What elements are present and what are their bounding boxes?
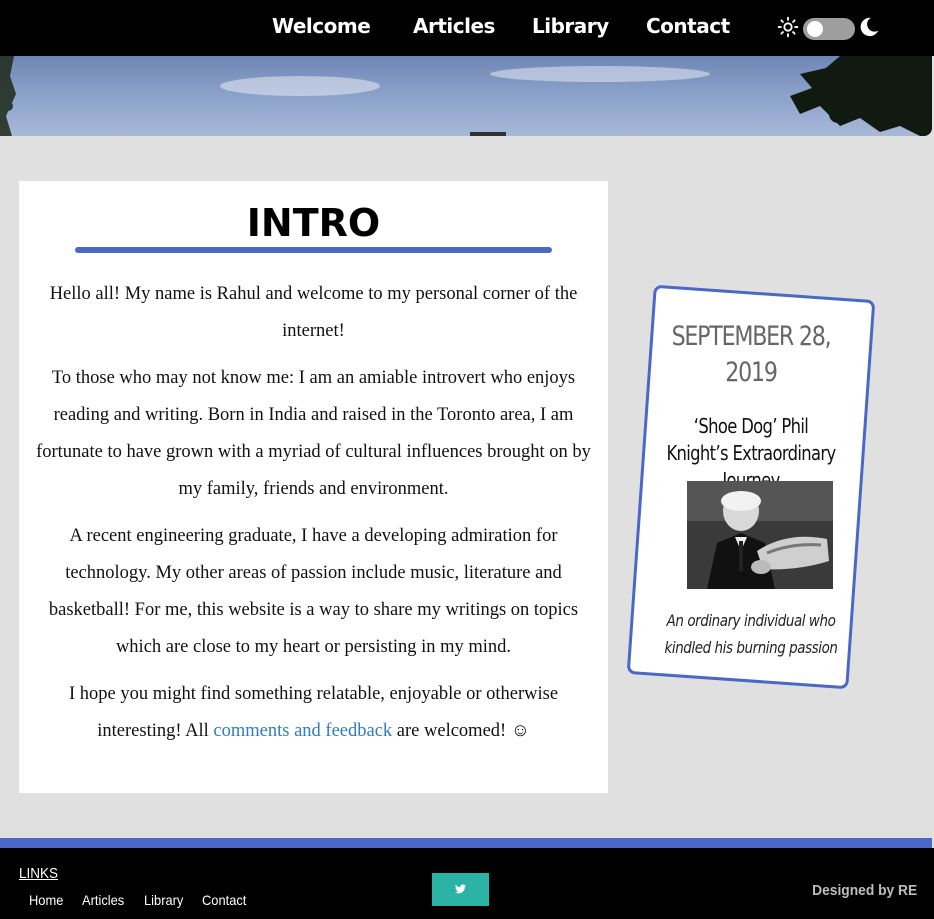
footer-links-heading: LINKS (19, 865, 59, 882)
theme-toggle[interactable] (803, 18, 855, 40)
nav-contact[interactable]: Contact (646, 14, 730, 38)
hero-image (0, 56, 932, 136)
toggle-knob (807, 21, 823, 37)
intro-card: INTRO Hello all! My name is Rahul and we… (19, 181, 608, 793)
nav-library[interactable]: Library (532, 14, 609, 38)
footer-accent-bar (0, 838, 932, 848)
top-nav: Welcome Articles Library Contact (0, 0, 934, 56)
moon-icon (860, 17, 879, 37)
footer-link-contact[interactable]: Contact (202, 892, 246, 908)
twitter-button[interactable] (432, 873, 489, 906)
twitter-icon (455, 884, 466, 894)
article-subtitle: An ordinary individual who kindled his b… (664, 611, 838, 657)
article-image (687, 481, 833, 589)
intro-paragraph: To those who may not know me: I am an am… (36, 368, 591, 499)
feedback-link[interactable]: comments and feedback (213, 721, 392, 741)
footer-link-library[interactable]: Library (144, 892, 183, 908)
nav-articles[interactable]: Articles (413, 14, 495, 38)
intro-title: INTRO (246, 201, 381, 245)
article-date: SEPTEMBER 28, 2019 (671, 321, 831, 388)
footer-link-articles[interactable]: Articles (82, 892, 124, 908)
footer-link-home[interactable]: Home (29, 892, 63, 908)
intro-paragraph-final: I hope you might find something relatabl… (35, 676, 592, 750)
intro-paragraph: A recent engineering graduate, I have a … (48, 526, 579, 657)
footer: LINKS Home Articles Library Contact Desi… (0, 848, 934, 919)
intro-paragraph: Hello all! My name is Rahul and welcome … (49, 284, 578, 341)
card-content: SEPTEMBER 28, 2019 ‘Shoe Dog’ Phil Knigh… (643, 295, 859, 679)
nav-welcome[interactable]: Welcome (272, 14, 371, 38)
featured-article-card[interactable]: SEPTEMBER 28, 2019 ‘Shoe Dog’ Phil Knigh… (626, 284, 876, 690)
sun-icon (777, 16, 799, 38)
intro-body: Hello all! My name is Rahul and welcome … (35, 276, 592, 760)
designed-by: Designed by RE (811, 882, 917, 899)
hero-banner (0, 56, 932, 136)
intro-divider (75, 247, 552, 253)
intro-final-text-end: are welcomed! (392, 721, 511, 741)
smiley-icon: ☺ (510, 721, 530, 741)
